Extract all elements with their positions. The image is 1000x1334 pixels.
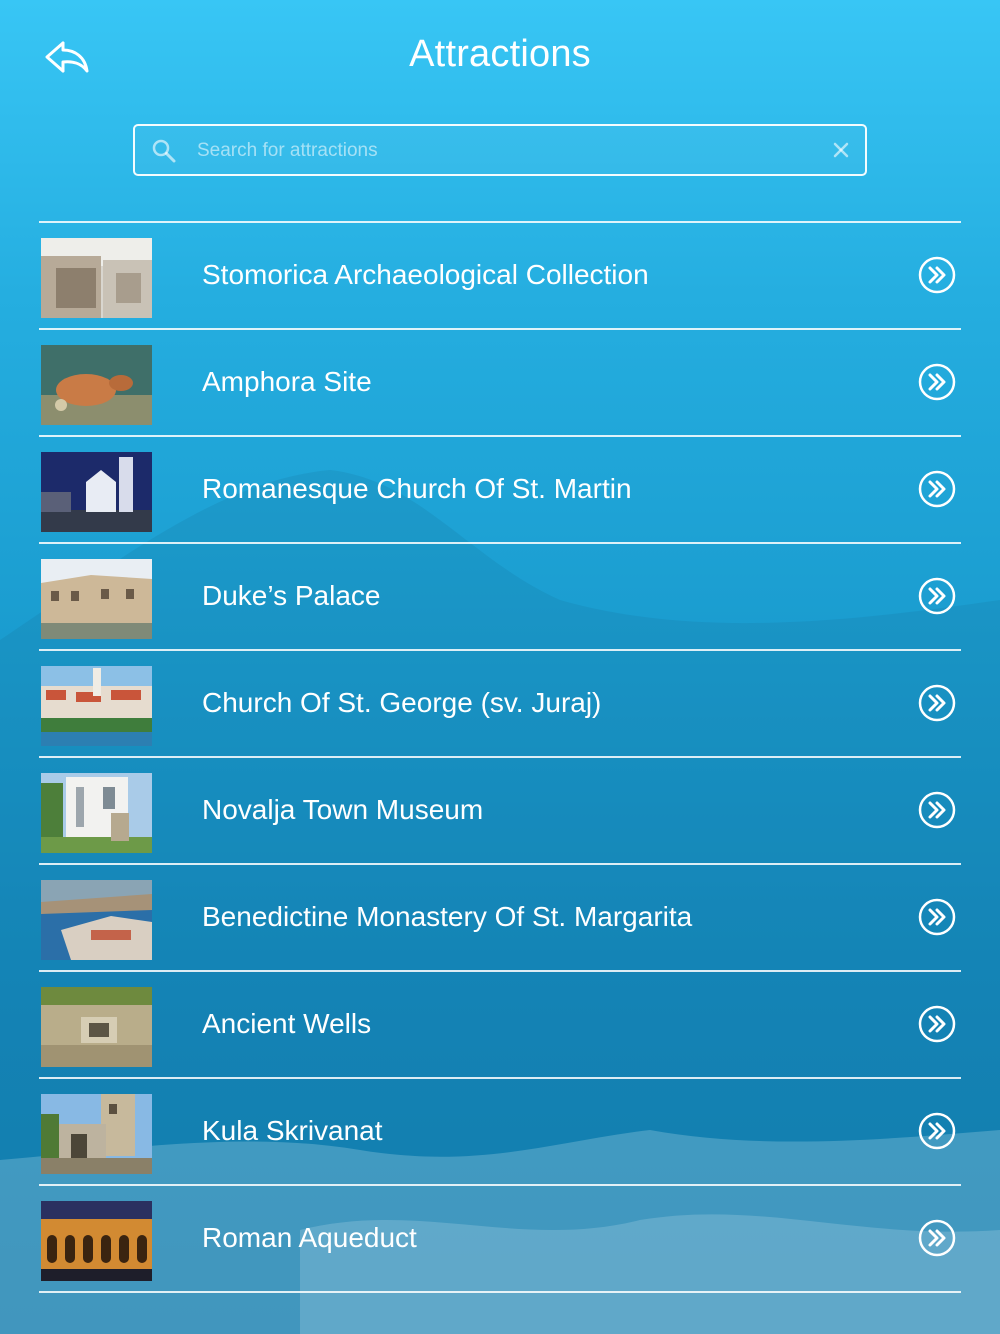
list-item[interactable]: Novalja Town Museum	[39, 756, 961, 863]
top-bar: Attractions	[0, 0, 1000, 110]
double-chevron-right-circle-icon[interactable]	[918, 1005, 956, 1043]
attraction-name: Church Of St. George (sv. Juraj)	[202, 687, 602, 718]
double-chevron-right-circle-icon[interactable]	[918, 684, 956, 722]
attraction-name: Benedictine Monastery Of St. Margarita	[202, 901, 693, 932]
attraction-thumbnail	[41, 452, 152, 532]
list-item[interactable]: Amphora Site	[39, 328, 961, 435]
attractions-list: Stomorica Archaeological Collection Amph…	[39, 221, 961, 1293]
double-chevron-right-circle-icon[interactable]	[918, 470, 956, 508]
double-chevron-right-circle-icon[interactable]	[918, 1112, 956, 1150]
list-item[interactable]: Ancient Wells	[39, 970, 961, 1077]
attraction-thumbnail	[41, 1094, 152, 1174]
double-chevron-right-circle-icon[interactable]	[918, 363, 956, 401]
search-icon	[152, 139, 176, 163]
double-chevron-right-circle-icon[interactable]	[918, 1219, 956, 1257]
double-chevron-right-circle-icon[interactable]	[918, 791, 956, 829]
attraction-thumbnail	[41, 345, 152, 425]
list-item[interactable]: Church Of St. George (sv. Juraj)	[39, 649, 961, 756]
list-item[interactable]: Kula Skrivanat	[39, 1077, 961, 1184]
attraction-name: Romanesque Church Of St. Martin	[202, 473, 632, 504]
attraction-thumbnail	[41, 773, 152, 853]
attraction-name: Amphora Site	[202, 366, 372, 397]
attraction-thumbnail	[41, 666, 152, 746]
double-chevron-right-circle-icon[interactable]	[918, 577, 956, 615]
list-item[interactable]: Benedictine Monastery Of St. Margarita	[39, 863, 961, 970]
search-input[interactable]	[195, 126, 819, 176]
search-bar	[133, 124, 867, 176]
attraction-thumbnail	[41, 559, 152, 639]
attraction-name: Kula Skrivanat	[202, 1115, 383, 1146]
attraction-name: Stomorica Archaeological Collection	[202, 259, 649, 290]
attraction-thumbnail	[41, 987, 152, 1067]
page-title: Attractions	[409, 33, 591, 75]
list-item[interactable]: Duke’s Palace	[39, 542, 961, 649]
list-item[interactable]: Stomorica Archaeological Collection	[39, 221, 961, 328]
double-chevron-right-circle-icon[interactable]	[918, 898, 956, 936]
attraction-name: Novalja Town Museum	[202, 794, 484, 825]
attraction-name: Ancient Wells	[202, 1008, 372, 1039]
list-item[interactable]: Romanesque Church Of St. Martin	[39, 435, 961, 542]
list-item[interactable]: Roman Aqueduct	[39, 1184, 961, 1293]
attraction-name: Roman Aqueduct	[202, 1222, 417, 1253]
attraction-thumbnail	[41, 238, 152, 318]
attraction-thumbnail	[41, 1201, 152, 1281]
double-chevron-right-circle-icon[interactable]	[918, 256, 956, 294]
attraction-name: Duke’s Palace	[202, 580, 381, 611]
attraction-thumbnail	[41, 880, 152, 960]
close-icon[interactable]	[831, 140, 851, 160]
